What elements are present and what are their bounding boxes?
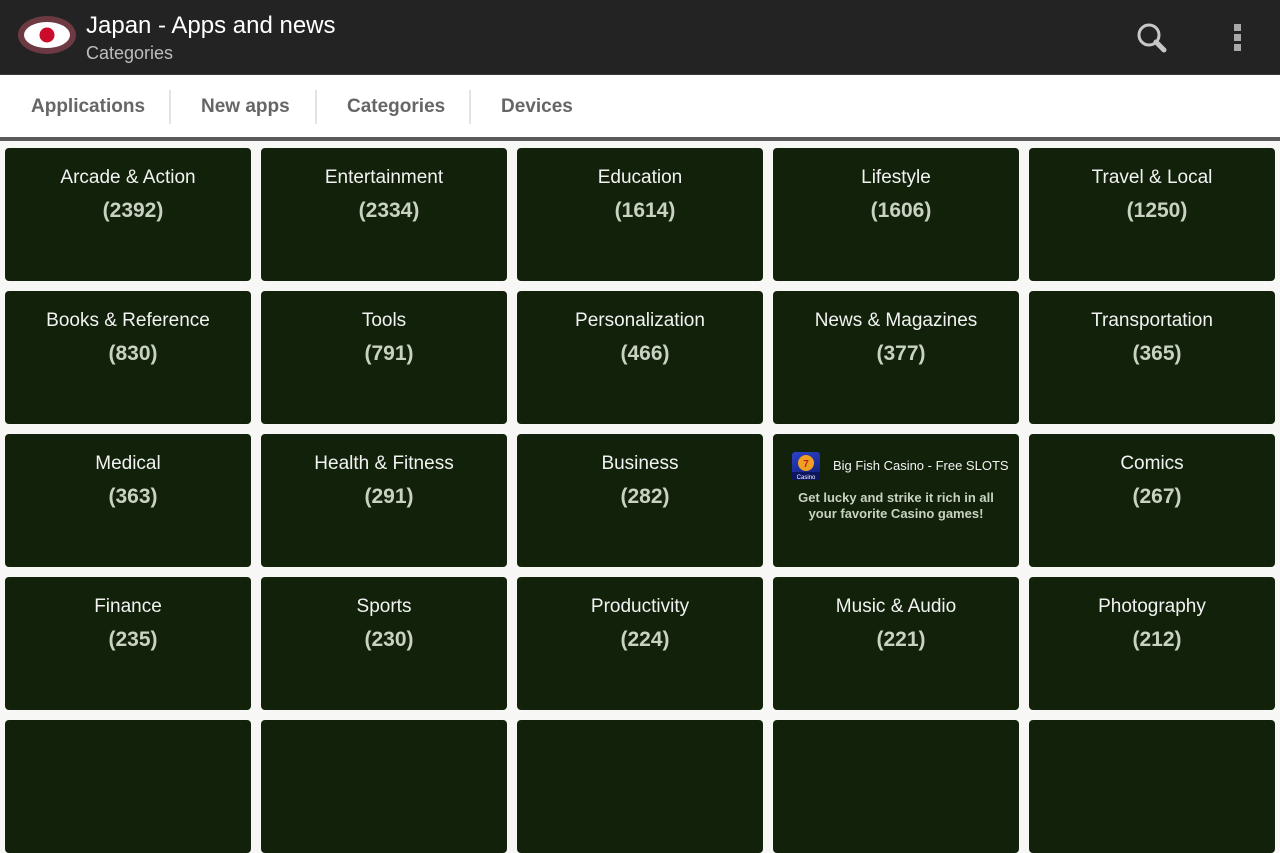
category-count: (2392) <box>102 199 164 222</box>
category-count: (224) <box>620 628 670 651</box>
category-name: Arcade & Action <box>60 167 196 188</box>
category-tile-partial[interactable] <box>773 720 1019 853</box>
overflow-menu-icon[interactable] <box>1220 18 1256 58</box>
action-bar: Japan - Apps and news Categories <box>0 0 1280 75</box>
tab-bar: Applications New apps Categories Devices <box>0 75 1280 138</box>
category-count: (1606) <box>870 199 932 222</box>
category-count: (365) <box>1132 342 1182 365</box>
category-tile[interactable]: Tools (791) <box>261 291 507 424</box>
category-count: (791) <box>364 342 414 365</box>
search-icon[interactable] <box>1132 18 1172 58</box>
category-name: Photography <box>1098 596 1206 617</box>
category-tile[interactable]: Business (282) <box>517 434 763 567</box>
category-tile[interactable]: Finance (235) <box>5 577 251 710</box>
category-tile[interactable]: Photography (212) <box>1029 577 1275 710</box>
tab-new-apps[interactable]: New apps <box>201 75 290 138</box>
category-name: Lifestyle <box>861 167 931 188</box>
category-name: Comics <box>1120 453 1184 474</box>
category-tile[interactable]: Arcade & Action (2392) <box>5 148 251 281</box>
category-count: (466) <box>620 342 670 365</box>
app-title: Japan - Apps and news <box>86 12 336 39</box>
tab-divider <box>169 90 171 124</box>
category-tile[interactable]: News & Magazines (377) <box>773 291 1019 424</box>
category-count: (282) <box>620 485 670 508</box>
category-name: Tools <box>361 310 407 331</box>
category-name: News & Magazines <box>814 310 978 331</box>
category-name: Medical <box>95 453 161 474</box>
svg-text:7: 7 <box>803 459 809 470</box>
ad-description: Get lucky and strike it rich in all your… <box>798 490 994 521</box>
category-name: Sports <box>356 596 412 617</box>
category-tile[interactable]: Personalization (466) <box>517 291 763 424</box>
category-count: (363) <box>108 485 158 508</box>
category-name: Books & Reference <box>46 310 210 331</box>
tab-divider <box>469 90 471 124</box>
tab-categories[interactable]: Categories <box>347 75 445 138</box>
category-tile-partial[interactable] <box>517 720 763 853</box>
category-name: Personalization <box>575 310 705 331</box>
app-subtitle: Categories <box>86 43 174 63</box>
category-count: (291) <box>364 485 414 508</box>
category-name: Health & Fitness <box>314 453 454 474</box>
category-name: Productivity <box>590 596 690 617</box>
category-count: (212) <box>1132 628 1182 651</box>
category-count: (267) <box>1132 485 1182 508</box>
category-tile[interactable]: Education (1614) <box>517 148 763 281</box>
category-name: Entertainment <box>324 167 444 188</box>
tab-devices[interactable]: Devices <box>501 75 573 138</box>
category-count: (1614) <box>614 199 676 222</box>
category-tile[interactable]: Productivity (224) <box>517 577 763 710</box>
category-tile[interactable]: Lifestyle (1606) <box>773 148 1019 281</box>
category-tile-partial[interactable] <box>1029 720 1275 853</box>
ad-title: Big Fish Casino - Free SLOTS <box>833 458 1009 473</box>
tab-divider <box>315 90 317 124</box>
category-tile[interactable]: Entertainment (2334) <box>261 148 507 281</box>
category-tile[interactable]: Music & Audio (221) <box>773 577 1019 710</box>
category-count: (1250) <box>1126 199 1188 222</box>
category-name: Music & Audio <box>835 596 957 617</box>
ad-tile[interactable]: 7 Casino Big Fish Casino - Free SLOTS Ge… <box>773 434 1019 567</box>
category-name: Travel & Local <box>1091 167 1213 188</box>
category-count: (235) <box>108 628 158 651</box>
category-count: (221) <box>876 628 926 651</box>
category-name: Transportation <box>1091 310 1213 331</box>
category-count: (230) <box>364 628 414 651</box>
category-name: Business <box>601 453 679 474</box>
tab-indicator-line <box>0 137 1280 141</box>
category-tile[interactable]: Sports (230) <box>261 577 507 710</box>
category-count: (830) <box>108 342 158 365</box>
casino-app-icon: 7 Casino <box>792 452 820 480</box>
category-count: (377) <box>876 342 926 365</box>
category-tile[interactable]: Travel & Local (1250) <box>1029 148 1275 281</box>
casino-icon-label: Casino <box>797 475 816 480</box>
category-tile[interactable]: Health & Fitness (291) <box>261 434 507 567</box>
japan-flag-eye-icon[interactable] <box>17 14 77 56</box>
category-tile-partial[interactable] <box>5 720 251 853</box>
category-tile[interactable]: Books & Reference (830) <box>5 291 251 424</box>
category-tile[interactable]: Medical (363) <box>5 434 251 567</box>
category-name: Education <box>597 167 683 188</box>
category-tile-partial[interactable] <box>261 720 507 853</box>
category-tile[interactable]: Transportation (365) <box>1029 291 1275 424</box>
category-count: (2334) <box>358 199 420 222</box>
tab-applications[interactable]: Applications <box>31 75 145 138</box>
category-name: Finance <box>94 596 162 617</box>
category-tile[interactable]: Comics (267) <box>1029 434 1275 567</box>
